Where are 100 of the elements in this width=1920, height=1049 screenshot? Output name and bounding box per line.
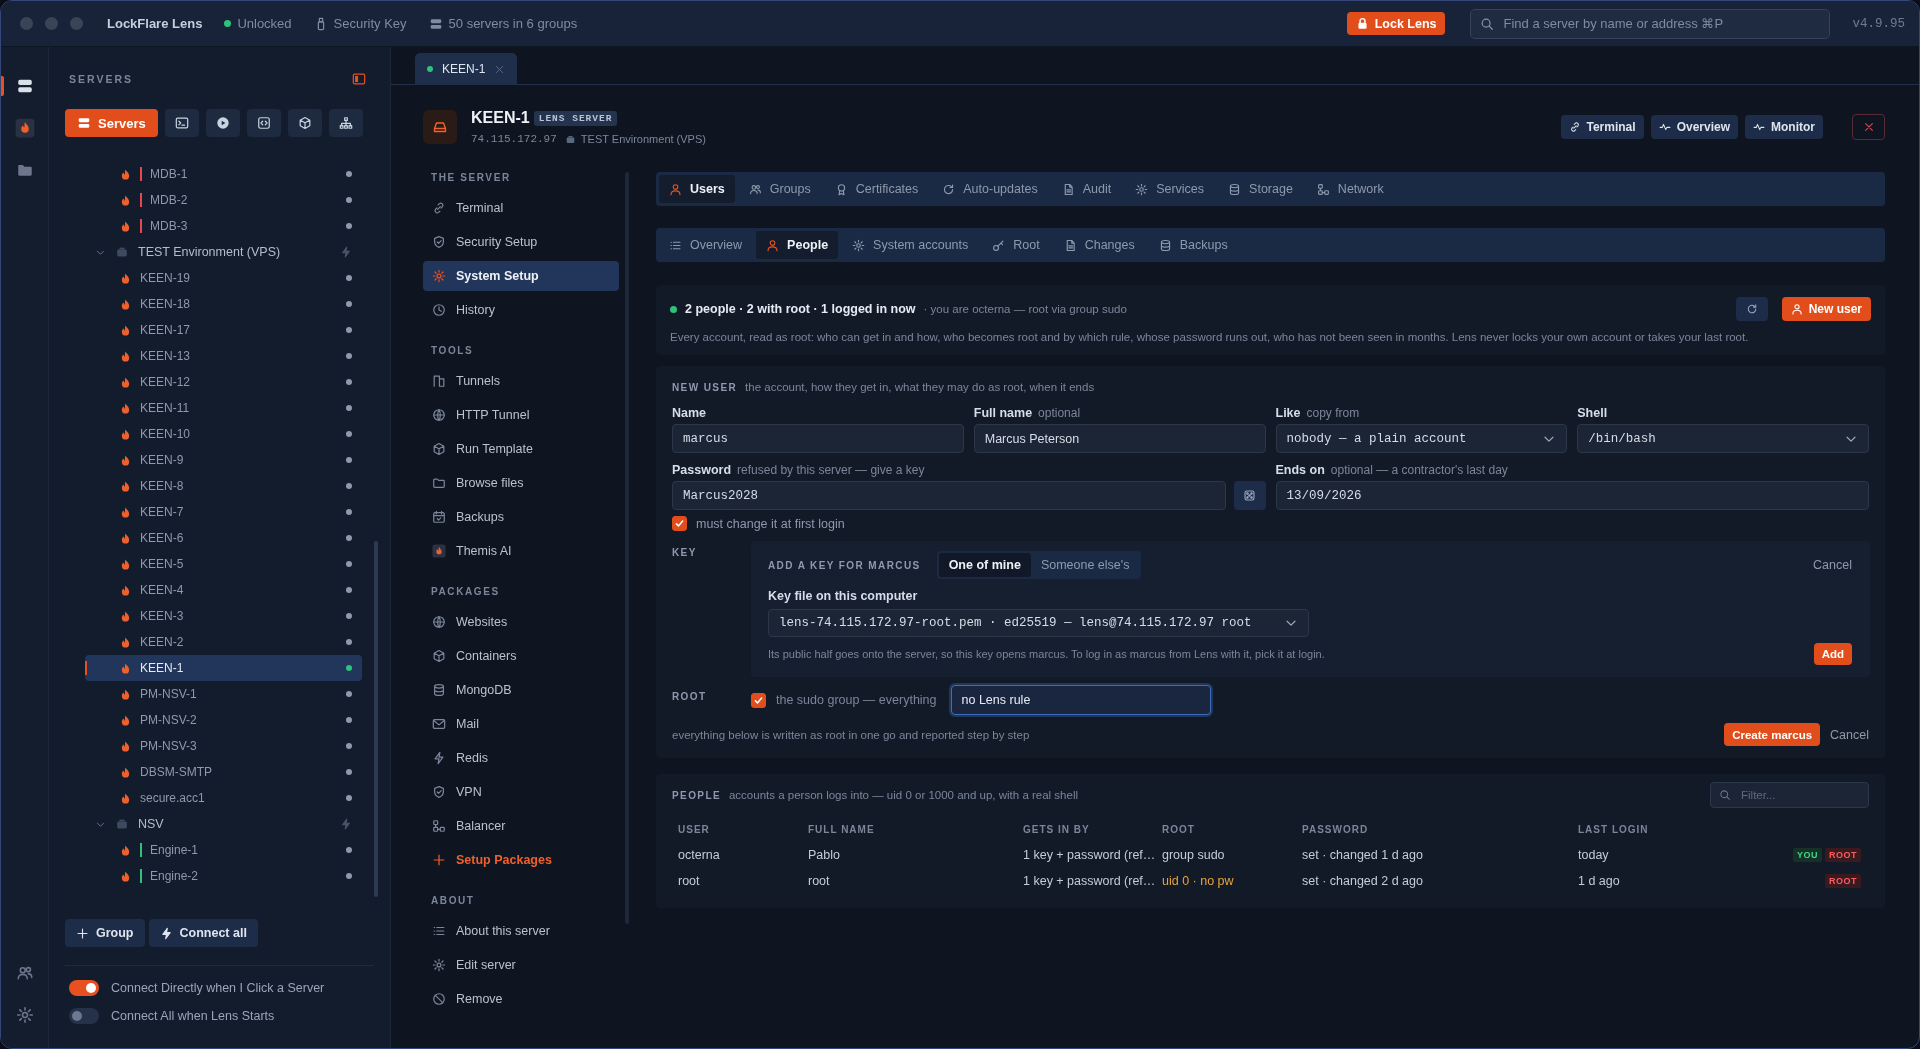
select-field[interactable]: nobody — a plain account (1275, 424, 1568, 453)
nav-item[interactable]: Security Setup (423, 227, 619, 257)
search-field[interactable]: Find a server by name or address ⌘P (1470, 8, 1831, 39)
group-item[interactable]: NSV (85, 811, 362, 837)
password-field[interactable]: Marcus2028 (672, 481, 1226, 510)
nav-item[interactable]: Remove (423, 984, 619, 1014)
sub-tab[interactable]: Overview (659, 231, 753, 259)
nav-item[interactable]: Websites (423, 607, 619, 637)
lock-button[interactable]: Lock Lens (1346, 12, 1446, 35)
nav-item[interactable]: HTTP Tunnel (423, 400, 619, 430)
generate-password-button[interactable] (1233, 481, 1266, 510)
nav-item[interactable]: System Setup (423, 261, 619, 291)
section-tab[interactable]: Audit (1051, 175, 1122, 203)
input-field[interactable]: Marcus Peterson (973, 424, 1266, 453)
mode-button[interactable] (205, 109, 240, 137)
server-item[interactable]: PM-NSV-1 (85, 681, 362, 707)
nav-item[interactable]: Balancer (423, 811, 619, 841)
section-tab[interactable]: Groups (738, 175, 821, 203)
sub-tab[interactable]: Changes (1053, 231, 1145, 259)
toggle-switch[interactable] (69, 980, 99, 996)
nav-item[interactable]: About this server (423, 916, 619, 946)
server-item[interactable]: KEEN-13 (85, 343, 362, 369)
server-item[interactable]: MDB-1 (85, 161, 362, 187)
panel-toggle-button[interactable] (352, 72, 366, 86)
nav-item[interactable]: MongoDB (423, 675, 619, 705)
server-item[interactable]: KEEN-9 (85, 447, 362, 473)
group-item[interactable]: TEST Environment (VPS) (85, 239, 362, 265)
sub-tab[interactable]: People (756, 231, 839, 259)
nav-item[interactable]: Run Template (423, 434, 619, 464)
nav-item[interactable]: Containers (423, 641, 619, 671)
nav-item[interactable]: Themis AI (423, 536, 619, 566)
server-item[interactable]: KEEN-18 (85, 291, 362, 317)
refresh-button[interactable] (1735, 297, 1768, 321)
add-button[interactable]: Add (1813, 643, 1852, 665)
nav-item[interactable]: Setup Packages (423, 845, 619, 875)
checkbox[interactable] (751, 692, 766, 708)
close-tab-button[interactable] (494, 63, 506, 75)
segment-option[interactable]: Someone else's (1030, 553, 1140, 577)
server-item[interactable]: PM-NSV-3 (85, 733, 362, 759)
server-item[interactable]: Engine-1 (85, 837, 362, 863)
sidebar-button[interactable]: Connect all (148, 919, 258, 947)
server-item[interactable]: KEEN-6 (85, 525, 362, 551)
nav-item[interactable]: Redis (423, 743, 619, 773)
mode-button[interactable] (164, 109, 199, 137)
section-tab[interactable]: Users (659, 175, 735, 203)
select-field[interactable]: /bin/bash (1577, 424, 1869, 453)
mode-button[interactable] (287, 109, 322, 137)
new-user-button[interactable]: New user (1781, 297, 1871, 321)
server-item[interactable]: KEEN-3 (85, 603, 362, 629)
sub-tab[interactable]: Root (982, 231, 1050, 259)
server-item[interactable]: KEEN-2 (85, 629, 362, 655)
section-tab[interactable]: Auto-updates (932, 175, 1048, 203)
input-field[interactable]: no Lens rule (950, 685, 1211, 715)
cancel-link[interactable]: Cancel (1830, 727, 1869, 742)
section-tab[interactable]: Storage (1218, 175, 1303, 203)
toggle-switch[interactable] (69, 1008, 99, 1024)
server-item[interactable]: KEEN-7 (85, 499, 362, 525)
nav-item[interactable]: VPN (423, 777, 619, 807)
server-item[interactable]: Engine-2 (85, 863, 362, 889)
server-item[interactable]: KEEN-12 (85, 369, 362, 395)
checkbox[interactable] (672, 516, 687, 531)
scrollbar[interactable] (374, 541, 378, 897)
server-tab[interactable]: KEEN-1 (415, 53, 518, 85)
cancel-link[interactable]: Cancel (1813, 558, 1852, 572)
segment-option[interactable]: One of mine (938, 553, 1031, 577)
date-field[interactable]: 13/09/2026 (1275, 481, 1869, 510)
server-item[interactable]: DBSM-SMTP (85, 759, 362, 785)
sidebar-button[interactable]: Group (65, 919, 145, 947)
select-field[interactable]: lens-74.115.172.97-root.pem · ed25519 — lens@74.115.172.97 root (768, 609, 1309, 637)
server-item[interactable]: KEEN-1 (85, 655, 362, 681)
header-button[interactable]: Overview (1650, 115, 1738, 139)
server-item[interactable]: MDB-2 (85, 187, 362, 213)
mode-button[interactable]: Servers (65, 109, 158, 137)
section-tab[interactable]: Network (1306, 175, 1394, 203)
server-item[interactable]: KEEN-11 (85, 395, 362, 421)
input-field[interactable]: marcus (672, 424, 964, 453)
nav-item[interactable]: Browse files (423, 468, 619, 498)
server-item[interactable]: MDB-3 (85, 213, 362, 239)
mode-button[interactable] (246, 109, 281, 137)
nav-item[interactable]: Terminal (423, 193, 619, 223)
section-tab[interactable]: Certificates (824, 175, 929, 203)
server-item[interactable]: KEEN-8 (85, 473, 362, 499)
server-item[interactable]: KEEN-17 (85, 317, 362, 343)
sub-tab[interactable]: System accounts (842, 231, 979, 259)
nav-item[interactable]: History (423, 295, 619, 325)
nav-item[interactable]: Mail (423, 709, 619, 739)
nav-item[interactable]: Edit server (423, 950, 619, 980)
nav-item[interactable]: Tunnels (423, 366, 619, 396)
create-button[interactable]: Create marcus (1724, 723, 1821, 746)
filter-field[interactable]: Filter... (1710, 782, 1869, 808)
server-item[interactable]: PM-NSV-2 (85, 707, 362, 733)
server-item[interactable]: KEEN-10 (85, 421, 362, 447)
header-button[interactable]: Monitor (1745, 115, 1823, 139)
header-button[interactable]: Terminal (1560, 115, 1644, 139)
mode-button[interactable] (328, 109, 363, 137)
section-tab[interactable]: Services (1125, 175, 1215, 203)
server-item[interactable]: KEEN-4 (85, 577, 362, 603)
server-item[interactable]: secure.acc1 (85, 785, 362, 811)
sub-tab[interactable]: Backups (1148, 231, 1238, 259)
server-item[interactable]: KEEN-19 (85, 265, 362, 291)
